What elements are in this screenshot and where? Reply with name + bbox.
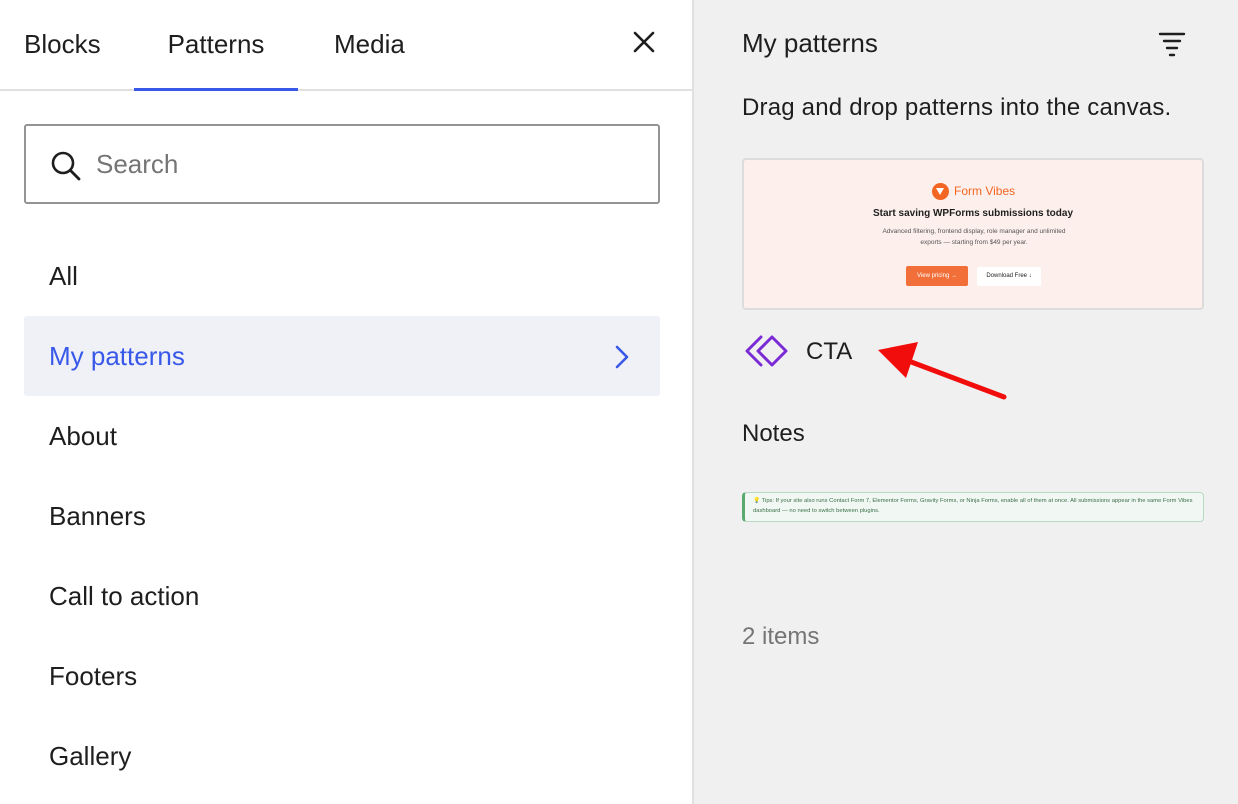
category-label: Banners [49, 501, 146, 531]
search-input[interactable] [96, 140, 636, 188]
synced-pattern-icon [745, 335, 788, 367]
category-call-to-action[interactable]: Call to action [24, 556, 660, 636]
category-about[interactable]: About [24, 396, 660, 476]
tab-blocks[interactable]: Blocks [24, 0, 104, 91]
form-vibes-logo: Form Vibes [932, 182, 1015, 200]
filter-icon[interactable] [1158, 30, 1186, 58]
category-label: Gallery [49, 741, 132, 771]
pattern-title-cta[interactable]: CTA [806, 338, 852, 366]
preview-subtext: Advanced filtering, frontend display, ro… [882, 228, 1066, 246]
search-icon [51, 151, 81, 181]
inserter-sidebar: Blocks Patterns Media All My patterns Ab… [0, 0, 692, 804]
panel-description: Drag and drop patterns into the canvas. [742, 94, 1172, 121]
tab-patterns[interactable]: Patterns [134, 0, 298, 91]
inserter-tabs: Blocks Patterns Media [0, 0, 692, 91]
category-footers[interactable]: Footers [24, 636, 660, 716]
category-gallery[interactable]: Gallery [24, 716, 660, 796]
preview-secondary-button: Download Free ↓ [977, 267, 1041, 286]
category-label: Footers [49, 661, 138, 691]
panel-title: My patterns [742, 28, 878, 58]
category-label: All [49, 261, 78, 291]
preview-primary-button: View pricing → [906, 266, 968, 286]
close-icon[interactable] [628, 26, 660, 58]
annotation-arrow-icon [878, 342, 1007, 400]
pattern-preview-notes[interactable]: 💡 Tips: If your site also runs Contact F… [742, 492, 1204, 522]
pattern-title-notes[interactable]: Notes [742, 420, 805, 448]
chevron-right-icon [615, 345, 629, 369]
brand-name: Form Vibes [954, 184, 1016, 198]
active-tab-indicator [134, 88, 298, 91]
category-label: My patterns [49, 341, 185, 371]
pattern-preview-cta[interactable]: Form Vibes Start saving WPForms submissi… [742, 158, 1204, 310]
notes-preview-text: 💡 Tips: If your site also runs Contact F… [753, 498, 1193, 514]
search-box [24, 124, 660, 204]
form-vibes-logo-icon [932, 182, 949, 200]
preview-heading: Start saving WPForms submissions today [872, 208, 1074, 219]
category-label: About [49, 421, 117, 451]
category-all[interactable]: All [24, 236, 660, 316]
category-banners[interactable]: Banners [24, 476, 660, 556]
category-label: Call to action [49, 581, 200, 611]
pattern-category-panel: My patterns Drag and drop patterns into … [694, 0, 1238, 804]
tab-media[interactable]: Media [334, 0, 414, 91]
category-my-patterns[interactable]: My patterns [24, 316, 660, 396]
item-count: 2 items [742, 623, 820, 650]
pattern-category-list: All My patterns About Banners Call to ac… [24, 236, 660, 796]
